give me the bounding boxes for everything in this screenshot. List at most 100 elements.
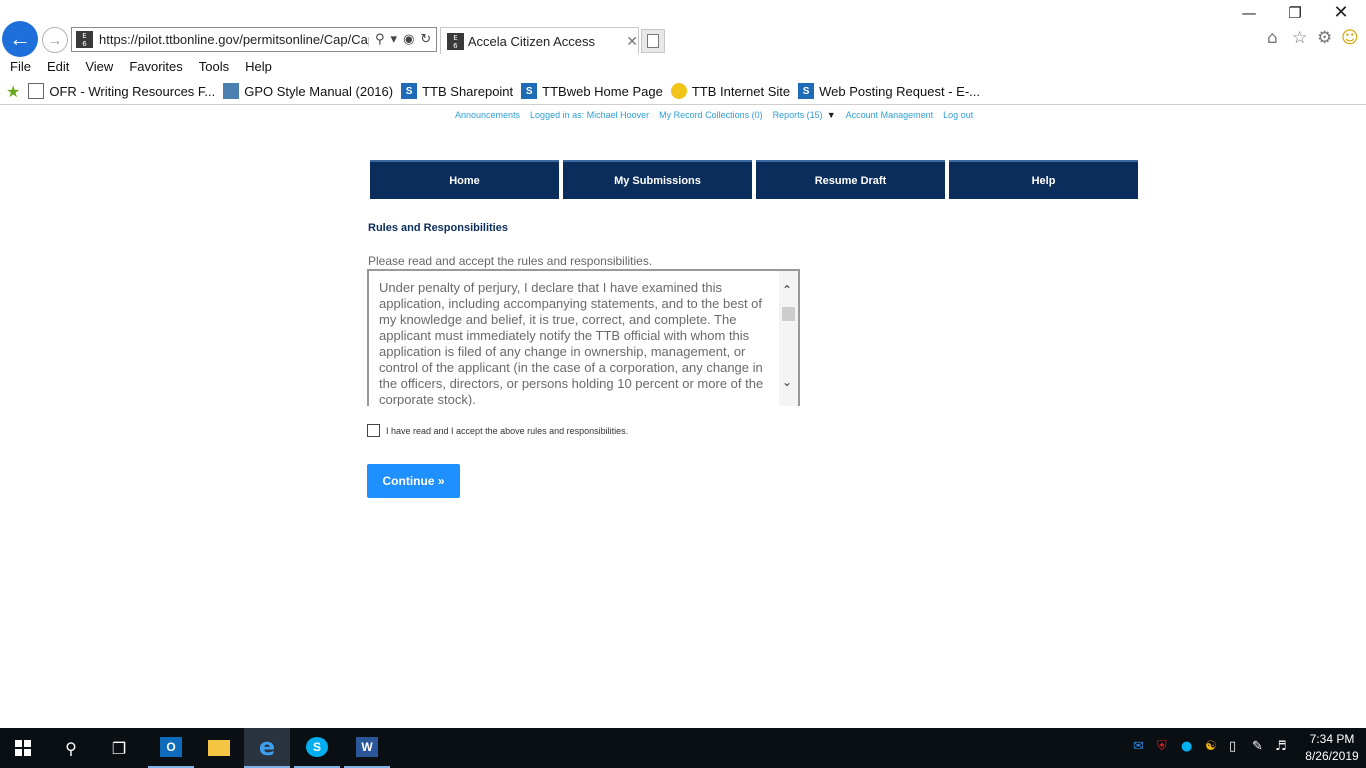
browser-tab[interactable]: E6 Accela Citizen Access ✕ xyxy=(440,27,639,54)
accept-row: I have read and I accept the above rules… xyxy=(367,424,628,437)
nav-tab-help[interactable]: Help xyxy=(949,160,1138,199)
forward-button[interactable]: → xyxy=(42,27,68,53)
favorites-bar: ★ OFR - Writing Resources F... GPO Style… xyxy=(0,79,1366,103)
word-icon: W xyxy=(356,737,378,757)
cisco-tray-icon[interactable]: ☯ xyxy=(1205,739,1217,754)
continue-button[interactable]: Continue » xyxy=(367,464,460,498)
chevron-up-icon[interactable]: ⌃ xyxy=(782,283,792,297)
clock-date: 8/26/2019 xyxy=(1305,749,1359,763)
menu-tools[interactable]: Tools xyxy=(199,59,229,74)
tab-favicon-icon: E6 xyxy=(447,32,464,50)
close-window-button[interactable]: ✕ xyxy=(1326,2,1356,23)
arrow-right-icon: → xyxy=(48,32,62,48)
favorites-star-icon[interactable]: ☆ xyxy=(1292,28,1307,48)
chevron-down-icon[interactable]: ⌄ xyxy=(782,375,792,389)
new-tab-icon xyxy=(647,34,659,48)
nav-tab-home[interactable]: Home xyxy=(370,160,559,199)
home-icon[interactable]: ⌂ xyxy=(1267,28,1278,48)
favorite-label: GPO Style Manual (2016) xyxy=(244,83,394,99)
word-app-button[interactable]: W xyxy=(344,728,390,768)
volume-icon[interactable]: ♬ xyxy=(1275,739,1287,754)
logged-in-user: Logged in as: Michael Hoover xyxy=(530,110,650,120)
skype-app-button[interactable]: S xyxy=(294,728,340,768)
caret-down-icon[interactable]: ▼ xyxy=(827,110,836,120)
dropdown-arrow-icon[interactable]: ▾ xyxy=(391,32,398,47)
account-management-link[interactable]: Account Management xyxy=(846,110,934,120)
utility-bar: Announcements Logged in as: Michael Hoov… xyxy=(455,110,983,120)
task-view-button[interactable]: ❐ xyxy=(96,728,142,768)
favorite-link[interactable]: GPO Style Manual (2016) xyxy=(223,83,393,99)
gpo-icon xyxy=(223,83,240,99)
address-bar[interactable]: E6 https://pilot.ttbonline.gov/permitson… xyxy=(71,27,437,52)
reports-link[interactable]: Reports (15) xyxy=(773,110,823,120)
accept-label[interactable]: I have read and I accept the above rules… xyxy=(386,426,628,436)
taskbar: ⚲ ❐ O e S W ✉ ⛨ ● ☯ ▯ ✎ ♬ 7:34 PM 8/26/2… xyxy=(0,728,1366,768)
section-title: Rules and Responsibilities xyxy=(368,222,508,234)
feedback-smiley-icon[interactable]: ☺ xyxy=(1341,28,1359,48)
refresh-icon[interactable]: ↻ xyxy=(420,32,431,47)
record-collections-link[interactable]: My Record Collections (0) xyxy=(659,110,763,120)
clock-time: 7:34 PM xyxy=(1309,732,1355,746)
pen-tray-icon[interactable]: ✎ xyxy=(1252,739,1263,754)
site-favicon-icon: E6 xyxy=(76,31,93,48)
search-button[interactable]: ⚲ xyxy=(48,728,94,768)
ttb-seal-icon xyxy=(670,83,687,99)
scroll-thumb[interactable] xyxy=(782,307,795,321)
new-tab-button[interactable] xyxy=(641,29,665,53)
instructions-text: Please read and accept the rules and res… xyxy=(368,254,653,268)
sharepoint-icon: S xyxy=(521,83,538,99)
tab-title: Accela Citizen Access xyxy=(467,33,595,49)
favorite-link[interactable]: OFR - Writing Resources F... xyxy=(28,83,215,99)
task-view-icon: ❐ xyxy=(111,738,127,758)
rules-text: Under penalty of perjury, I declare that… xyxy=(379,280,764,406)
chrome-divider xyxy=(0,104,1366,105)
announcements-link[interactable]: Announcements xyxy=(455,110,520,120)
skype-icon: S xyxy=(306,737,328,757)
internet-explorer-icon: e xyxy=(258,733,276,761)
system-clock[interactable]: 7:34 PM 8/26/2019 xyxy=(1302,731,1362,765)
favorite-label: OFR - Writing Resources F... xyxy=(49,83,216,99)
skype-tray-icon[interactable]: ● xyxy=(1181,739,1192,754)
favorite-label: Web Posting Request - E-... xyxy=(819,83,980,99)
favorite-link[interactable]: S Web Posting Request - E-... xyxy=(798,83,980,99)
restore-button[interactable]: ❐ xyxy=(1280,4,1310,22)
gear-icon[interactable]: ⚙ xyxy=(1317,28,1332,48)
start-button[interactable] xyxy=(0,728,46,768)
favorite-link[interactable]: S TTBweb Home Page xyxy=(521,83,663,99)
nav-tab-resume-draft[interactable]: Resume Draft xyxy=(756,160,945,199)
tab-close-icon[interactable]: ✕ xyxy=(626,33,638,50)
logout-link[interactable]: Log out xyxy=(943,110,973,120)
search-icon[interactable]: ⚲ xyxy=(375,32,385,47)
nav-tab-my-submissions[interactable]: My Submissions xyxy=(563,160,752,199)
menu-view[interactable]: View xyxy=(85,59,113,74)
address-url[interactable]: https://pilot.ttbonline.gov/permitsonlin… xyxy=(99,32,369,47)
menu-edit[interactable]: Edit xyxy=(47,59,69,74)
menu-favorites[interactable]: Favorites xyxy=(129,59,182,74)
menu-help[interactable]: Help xyxy=(245,59,272,74)
document-icon xyxy=(28,83,45,99)
rules-scrollbar[interactable]: ⌃ ⌄ xyxy=(779,271,798,406)
add-favorite-star-icon[interactable]: ★ xyxy=(6,82,20,101)
menu-file[interactable]: File xyxy=(10,59,31,74)
favorite-label: TTBweb Home Page xyxy=(542,83,663,99)
outlook-app-button[interactable]: O xyxy=(148,728,194,768)
mcafee-tray-icon[interactable]: ⛨ xyxy=(1157,739,1167,754)
main-navigation: Home My Submissions Resume Draft Help xyxy=(370,160,1142,199)
favorite-link[interactable]: TTB Internet Site xyxy=(670,83,790,99)
menu-bar: File Edit View Favorites Tools Help xyxy=(0,55,1366,77)
accept-checkbox[interactable] xyxy=(367,424,380,437)
rules-textarea[interactable]: Under penalty of perjury, I declare that… xyxy=(367,269,800,406)
usb-tray-icon[interactable]: ▯ xyxy=(1229,739,1236,754)
back-button[interactable]: ← xyxy=(2,21,38,57)
file-explorer-button[interactable] xyxy=(196,728,242,768)
arrow-left-icon: ← xyxy=(9,26,31,51)
lock-icon[interactable]: ◉ xyxy=(403,32,414,47)
favorite-link[interactable]: S TTB Sharepoint xyxy=(401,83,513,99)
folder-icon xyxy=(208,740,230,756)
outlook-icon: O xyxy=(160,737,182,757)
internet-explorer-button[interactable]: e xyxy=(244,728,290,768)
minimize-button[interactable]: — xyxy=(1234,4,1264,22)
outlook-tray-icon[interactable]: ✉ xyxy=(1133,739,1144,754)
favorite-label: TTB Sharepoint xyxy=(422,83,514,99)
browser-titlebar: ← → E6 https://pilot.ttbonline.gov/permi… xyxy=(0,0,1366,57)
